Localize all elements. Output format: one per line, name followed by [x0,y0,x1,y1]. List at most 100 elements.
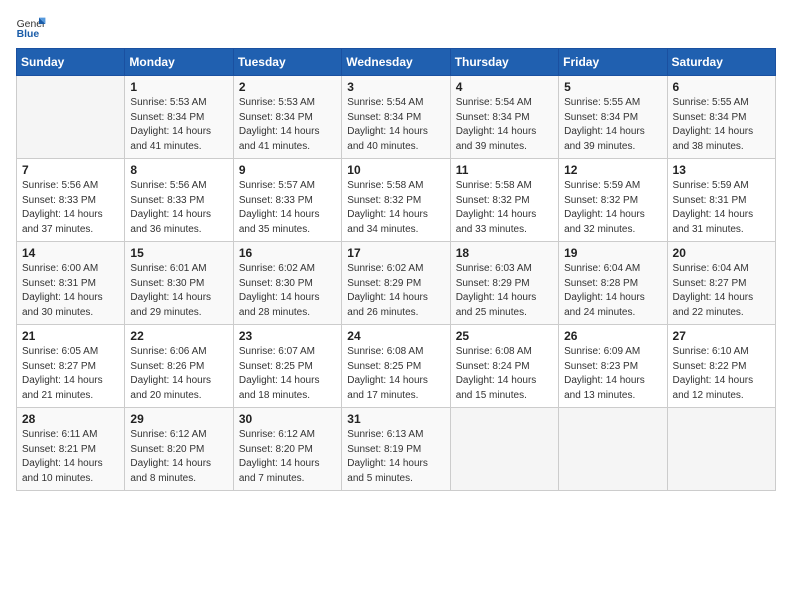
calendar-cell: 31Sunrise: 6:13 AM Sunset: 8:19 PM Dayli… [342,408,450,491]
week-row-5: 28Sunrise: 6:11 AM Sunset: 8:21 PM Dayli… [17,408,776,491]
logo-icon: General Blue [16,16,46,40]
week-row-4: 21 Sunrise: 6:05 AM Sunset: 8:27 PM Dayli… [17,325,776,408]
day-number: 25 [456,329,553,343]
page-header: General Blue [16,16,776,40]
calendar-cell: 1Sunrise: 5:53 AM Sunset: 8:34 PM Daylig… [125,76,233,159]
day-number: 23 [239,329,336,343]
calendar-cell: 26 Sunrise: 6:09 AM Sunset: 8:23 PM Dayli… [559,325,667,408]
cell-info: Sunrise: 5:55 AM Sunset: 8:34 PM Dayligh… [673,96,770,154]
cell-info: Sunrise: 5:53 AM Sunset: 8:34 PM Dayligh… [130,96,227,154]
calendar-header: SundayMondayTuesdayWednesdayThursdayFrid… [17,49,776,76]
day-number: 7 [22,163,119,177]
calendar-cell: 13 Sunrise: 5:59 AM Sunset: 8:31 PM Dayli… [667,159,775,242]
calendar-table: SundayMondayTuesdayWednesdayThursdayFrid… [16,48,776,491]
calendar-body: 1Sunrise: 5:53 AM Sunset: 8:34 PM Daylig… [17,76,776,491]
day-number: 28 [22,412,119,426]
calendar-cell: 10 Sunrise: 5:58 AM Sunset: 8:32 PM Dayli… [342,159,450,242]
day-number: 22 [130,329,227,343]
svg-text:Blue: Blue [17,29,40,40]
day-number: 17 [347,246,444,260]
calendar-cell: 7 Sunrise: 5:56 AM Sunset: 8:33 PM Daylig… [17,159,125,242]
day-number: 3 [347,80,444,94]
day-number: 20 [673,246,770,260]
day-number: 10 [347,163,444,177]
calendar-cell: 6 Sunrise: 5:55 AM Sunset: 8:34 PM Daylig… [667,76,775,159]
calendar-cell: 15 Sunrise: 6:01 AM Sunset: 8:30 PM Dayli… [125,242,233,325]
calendar-cell: 23 Sunrise: 6:07 AM Sunset: 8:25 PM Dayli… [233,325,341,408]
cell-info: Sunrise: 6:07 AM Sunset: 8:25 PM Dayligh… [239,345,336,403]
cell-info: Sunrise: 6:08 AM Sunset: 8:24 PM Dayligh… [456,345,553,403]
calendar-cell: 20 Sunrise: 6:04 AM Sunset: 8:27 PM Dayli… [667,242,775,325]
cell-info: Sunrise: 6:02 AM Sunset: 8:29 PM Dayligh… [347,262,444,320]
day-number: 8 [130,163,227,177]
day-number: 9 [239,163,336,177]
calendar-cell: 25 Sunrise: 6:08 AM Sunset: 8:24 PM Dayli… [450,325,558,408]
day-number: 21 [22,329,119,343]
calendar-cell [667,408,775,491]
day-number: 6 [673,80,770,94]
header-cell-friday: Friday [559,49,667,76]
cell-info: Sunrise: 6:09 AM Sunset: 8:23 PM Dayligh… [564,345,661,403]
day-number: 12 [564,163,661,177]
header-cell-thursday: Thursday [450,49,558,76]
calendar-cell: 14Sunrise: 6:00 AM Sunset: 8:31 PM Dayli… [17,242,125,325]
day-number: 29 [130,412,227,426]
cell-info: Sunrise: 5:59 AM Sunset: 8:32 PM Dayligh… [564,179,661,237]
day-number: 5 [564,80,661,94]
cell-info: Sunrise: 5:58 AM Sunset: 8:32 PM Dayligh… [456,179,553,237]
cell-info: Sunrise: 5:58 AM Sunset: 8:32 PM Dayligh… [347,179,444,237]
cell-info: Sunrise: 5:56 AM Sunset: 8:33 PM Dayligh… [130,179,227,237]
day-number: 11 [456,163,553,177]
calendar-cell: 16 Sunrise: 6:02 AM Sunset: 8:30 PM Dayli… [233,242,341,325]
cell-info: Sunrise: 6:02 AM Sunset: 8:30 PM Dayligh… [239,262,336,320]
day-number: 26 [564,329,661,343]
calendar-cell [17,76,125,159]
calendar-cell: 9 Sunrise: 5:57 AM Sunset: 8:33 PM Daylig… [233,159,341,242]
calendar-cell: 5 Sunrise: 5:55 AM Sunset: 8:34 PM Daylig… [559,76,667,159]
cell-info: Sunrise: 6:12 AM Sunset: 8:20 PM Dayligh… [130,428,227,486]
header-cell-tuesday: Tuesday [233,49,341,76]
calendar-cell: 30 Sunrise: 6:12 AM Sunset: 8:20 PM Dayli… [233,408,341,491]
calendar-cell: 12 Sunrise: 5:59 AM Sunset: 8:32 PM Dayli… [559,159,667,242]
day-number: 30 [239,412,336,426]
cell-info: Sunrise: 5:59 AM Sunset: 8:31 PM Dayligh… [673,179,770,237]
header-row: SundayMondayTuesdayWednesdayThursdayFrid… [17,49,776,76]
day-number: 2 [239,80,336,94]
day-number: 27 [673,329,770,343]
cell-info: Sunrise: 6:00 AM Sunset: 8:31 PM Dayligh… [22,262,119,320]
day-number: 15 [130,246,227,260]
cell-info: Sunrise: 6:04 AM Sunset: 8:27 PM Dayligh… [673,262,770,320]
cell-info: Sunrise: 6:08 AM Sunset: 8:25 PM Dayligh… [347,345,444,403]
cell-info: Sunrise: 5:56 AM Sunset: 8:33 PM Dayligh… [22,179,119,237]
calendar-cell: 4 Sunrise: 5:54 AM Sunset: 8:34 PM Daylig… [450,76,558,159]
cell-info: Sunrise: 5:54 AM Sunset: 8:34 PM Dayligh… [456,96,553,154]
calendar-cell: 3 Sunrise: 5:54 AM Sunset: 8:34 PM Daylig… [342,76,450,159]
calendar-cell: 24Sunrise: 6:08 AM Sunset: 8:25 PM Dayli… [342,325,450,408]
calendar-cell: 8 Sunrise: 5:56 AM Sunset: 8:33 PM Daylig… [125,159,233,242]
logo: General Blue [16,16,46,40]
calendar-cell: 21 Sunrise: 6:05 AM Sunset: 8:27 PM Dayli… [17,325,125,408]
calendar-cell: 18Sunrise: 6:03 AM Sunset: 8:29 PM Dayli… [450,242,558,325]
cell-info: Sunrise: 5:57 AM Sunset: 8:33 PM Dayligh… [239,179,336,237]
header-cell-saturday: Saturday [667,49,775,76]
calendar-cell: 17 Sunrise: 6:02 AM Sunset: 8:29 PM Dayli… [342,242,450,325]
cell-info: Sunrise: 6:13 AM Sunset: 8:19 PM Dayligh… [347,428,444,486]
calendar-cell: 27 Sunrise: 6:10 AM Sunset: 8:22 PM Dayli… [667,325,775,408]
week-row-2: 7 Sunrise: 5:56 AM Sunset: 8:33 PM Daylig… [17,159,776,242]
day-number: 4 [456,80,553,94]
calendar-cell [559,408,667,491]
header-cell-wednesday: Wednesday [342,49,450,76]
cell-info: Sunrise: 6:04 AM Sunset: 8:28 PM Dayligh… [564,262,661,320]
cell-info: Sunrise: 6:06 AM Sunset: 8:26 PM Dayligh… [130,345,227,403]
cell-info: Sunrise: 5:55 AM Sunset: 8:34 PM Dayligh… [564,96,661,154]
cell-info: Sunrise: 6:01 AM Sunset: 8:30 PM Dayligh… [130,262,227,320]
cell-info: Sunrise: 6:03 AM Sunset: 8:29 PM Dayligh… [456,262,553,320]
cell-info: Sunrise: 6:10 AM Sunset: 8:22 PM Dayligh… [673,345,770,403]
day-number: 16 [239,246,336,260]
cell-info: Sunrise: 5:54 AM Sunset: 8:34 PM Dayligh… [347,96,444,154]
calendar-cell [450,408,558,491]
day-number: 13 [673,163,770,177]
cell-info: Sunrise: 6:05 AM Sunset: 8:27 PM Dayligh… [22,345,119,403]
cell-info: Sunrise: 6:12 AM Sunset: 8:20 PM Dayligh… [239,428,336,486]
cell-info: Sunrise: 5:53 AM Sunset: 8:34 PM Dayligh… [239,96,336,154]
